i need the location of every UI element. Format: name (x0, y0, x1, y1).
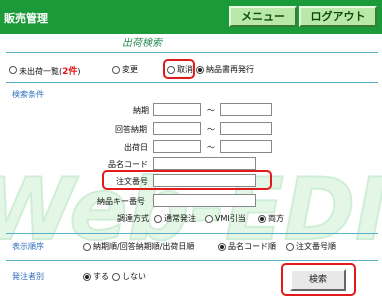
orderer-flag-label: 発注者別 (12, 272, 44, 281)
reissue-delivery-slip-label: 納品書再発行 (206, 65, 254, 74)
reply-delivery-date-to-input[interactable] (220, 122, 272, 135)
ship-date-from-input[interactable] (153, 140, 201, 153)
divider (6, 52, 378, 53)
sort-by-date-label: 納期順/回答納期順/出荷日順 (93, 242, 195, 251)
logout-button[interactable]: ログアウト (299, 6, 377, 27)
change-label: 変更 (122, 65, 138, 74)
normal-order-label: 通常発注 (164, 214, 196, 223)
radio-sort-by-order-number[interactable] (286, 243, 294, 251)
reply-delivery-date-label: 回答納期 (115, 125, 147, 134)
procurement-method-label: 調達方式 (117, 214, 149, 223)
orderer-yes-label: する (93, 272, 109, 281)
header-bar: 販売管理 メニュー ログアウト (0, 0, 382, 34)
radio-change[interactable] (112, 66, 120, 74)
range-separator: ～ (207, 143, 215, 152)
radio-sort-by-product-code[interactable] (218, 243, 226, 251)
radio-both[interactable] (258, 215, 266, 223)
divider (6, 260, 378, 261)
display-order-label: 表示順序 (12, 242, 44, 251)
ship-date-to-input[interactable] (220, 140, 272, 153)
highlight-cancel (163, 59, 195, 79)
unshipped-list-label: 未出荷一覧(2件) (19, 67, 81, 77)
vmi-allocation-label: VMI引当 (215, 214, 246, 223)
product-key-number-input[interactable] (153, 194, 256, 207)
radio-vmi-allocation[interactable] (205, 215, 213, 223)
search-button[interactable]: 検索 (290, 269, 346, 291)
search-conditions-heading: 検索条件 (12, 90, 44, 99)
app-title: 販売管理 (4, 12, 48, 25)
product-code-label: 品名コード (108, 160, 148, 169)
ship-date-label: 出荷日 (124, 143, 148, 152)
radio-sort-by-date[interactable] (83, 243, 91, 251)
product-code-input[interactable] (153, 157, 256, 170)
radio-reissue-delivery-slip[interactable] (196, 66, 204, 74)
delivery-date-to-input[interactable] (220, 103, 272, 116)
range-separator: ～ (207, 106, 215, 115)
menu-button[interactable]: メニュー (229, 6, 297, 27)
reply-delivery-date-from-input[interactable] (153, 122, 201, 135)
radio-normal-order[interactable] (154, 215, 162, 223)
section-title: 出荷検索 (122, 38, 162, 49)
divider (6, 233, 378, 234)
sort-by-order-number-label: 注文番号順 (296, 242, 336, 251)
both-label: 両方 (268, 214, 284, 223)
sort-by-product-code-label: 品名コード順 (228, 242, 276, 251)
order-number-label: 注文番号 (116, 177, 148, 186)
range-separator: ～ (207, 125, 215, 134)
product-key-number-label: 納品キー番号 (97, 197, 145, 206)
order-number-input[interactable] (153, 174, 256, 187)
radio-orderer-yes[interactable] (83, 273, 91, 281)
orderer-no-label: しない (122, 272, 146, 281)
radio-orderer-no[interactable] (112, 273, 120, 281)
delivery-date-from-input[interactable] (153, 103, 201, 116)
radio-unshipped-list[interactable] (9, 66, 17, 74)
delivery-date-label: 納期 (133, 106, 149, 115)
divider (6, 82, 378, 83)
